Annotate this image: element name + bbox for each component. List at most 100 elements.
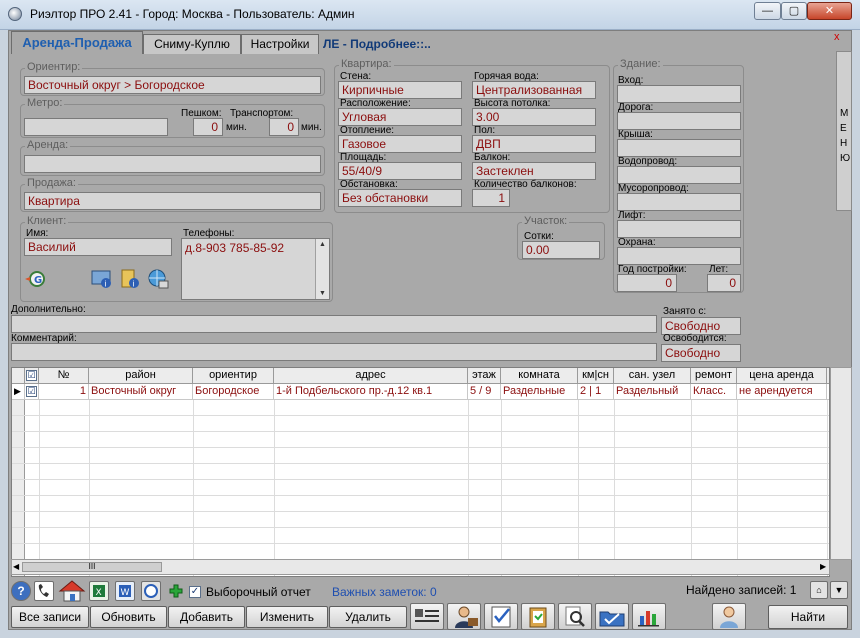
help-icon[interactable]: ?	[11, 581, 31, 601]
side-menu-strip[interactable]: М Е Н Ю	[836, 51, 852, 211]
delete-button[interactable]: Удалить	[329, 606, 407, 628]
comment-field[interactable]	[11, 343, 657, 361]
agent-icon[interactable]	[447, 603, 481, 630]
cell-rent-price[interactable]: не арендуется	[737, 384, 827, 400]
balcony-count-field[interactable]: 1	[472, 189, 510, 207]
internet-globe-icon[interactable]	[147, 268, 169, 290]
cell-repair[interactable]: Класс.	[691, 384, 737, 400]
user-profile-icon[interactable]	[712, 603, 746, 630]
wall-field[interactable]: Кирпичные	[338, 81, 462, 99]
additional-field[interactable]	[11, 315, 657, 333]
row-check-cell[interactable]: ☑	[25, 384, 39, 400]
table-row[interactable]: ▶ ☑ 1 Восточный округ Богородское 1-й По…	[12, 384, 829, 400]
walk-minutes-field[interactable]: 0	[193, 118, 223, 136]
years-field[interactable]: 0	[707, 274, 741, 292]
grid-header-bathroom[interactable]: сан. узел	[614, 368, 691, 384]
selective-report-checkbox[interactable]: ✓	[189, 586, 201, 598]
checklist-icon[interactable]	[484, 603, 518, 630]
prodazha-field[interactable]: Квартира	[24, 192, 321, 210]
selective-report-label[interactable]: Выборочный отчет	[206, 585, 311, 599]
scroll-right-icon[interactable]: ▶	[820, 562, 826, 571]
cell-floor[interactable]: 5 / 9	[468, 384, 501, 400]
important-notes-link[interactable]: Важных заметок: 0	[332, 585, 437, 599]
roof-field[interactable]	[617, 139, 741, 157]
balcony-field[interactable]: Застеклен	[472, 162, 596, 180]
grid-header-orientir[interactable]: ориентир	[193, 368, 274, 384]
header-checkbox[interactable]: ☑	[26, 370, 37, 381]
hscroll-thumb[interactable]: III	[22, 562, 162, 572]
cell-km-sn[interactable]: 2 | 1	[578, 384, 614, 400]
close-panel-icon[interactable]: x	[834, 31, 840, 43]
phone-icon[interactable]	[34, 581, 54, 601]
cell-orientir[interactable]: Богородское	[193, 384, 274, 400]
client-info-icon[interactable]: i	[91, 268, 113, 290]
close-window-button[interactable]: ✕	[807, 2, 852, 20]
grid-header-number[interactable]: №	[39, 368, 89, 384]
phones-scrollbar[interactable]: ▲ ▼	[315, 239, 329, 299]
add-plus-icon[interactable]	[169, 584, 183, 598]
tab-arenda-prodazha[interactable]: Аренда-Продажа	[11, 31, 143, 54]
tab-snimu-kuplyu[interactable]: Сниму-Куплю	[143, 34, 241, 54]
row-checkbox[interactable]: ☑	[26, 386, 37, 397]
house-icon[interactable]	[58, 579, 86, 603]
edit-button[interactable]: Изменить	[246, 606, 328, 628]
cell-number[interactable]: 1	[39, 384, 89, 400]
garbage-chute-field[interactable]	[617, 193, 741, 211]
floor-field[interactable]: ДВП	[472, 135, 596, 153]
list-settings-icon[interactable]	[410, 603, 444, 630]
grid-header-floor[interactable]: этаж	[468, 368, 501, 384]
find-button[interactable]: Найти	[768, 605, 848, 629]
down-nav-icon[interactable]: ▼	[830, 581, 848, 599]
grid-header-address[interactable]: адрес	[274, 368, 468, 384]
cell-address[interactable]: 1-й Подбельского пр.-д.12 кв.1	[274, 384, 468, 400]
grid-header-km-sn[interactable]: км|сн	[578, 368, 614, 384]
scroll-left-icon[interactable]: ◀	[13, 562, 19, 571]
vacate-field[interactable]: Свободно	[661, 344, 741, 362]
client-phones-field[interactable]: д.8-903 785-85-92 ▲ ▼	[181, 238, 330, 300]
statistics-icon[interactable]	[632, 603, 666, 630]
refresh-button[interactable]: Обновить	[90, 606, 167, 628]
security-field[interactable]	[617, 247, 741, 265]
orientir-field[interactable]: Восточный округ > Богородское	[24, 76, 321, 94]
elevator-field[interactable]	[617, 220, 741, 238]
client-name-field[interactable]: Василий	[24, 238, 172, 256]
search-document-icon[interactable]	[558, 603, 592, 630]
grid-vertical-scrollbar[interactable]	[830, 367, 852, 560]
furnishing-field[interactable]: Без обстановки	[338, 189, 462, 207]
metro-field[interactable]	[24, 118, 168, 136]
grid-horizontal-scrollbar[interactable]: ◀ III ▶	[11, 559, 830, 575]
location-field[interactable]: Угловая	[338, 108, 462, 126]
add-button[interactable]: Добавить	[168, 606, 245, 628]
details-link[interactable]: ЛЕ - Подробнее::..	[323, 37, 431, 51]
cell-bathroom[interactable]: Раздельный	[614, 384, 691, 400]
grid-header-room[interactable]: комната	[501, 368, 578, 384]
report-icon[interactable]	[141, 581, 161, 601]
documents-info-icon[interactable]: i	[119, 268, 141, 290]
grid-header-repair[interactable]: ремонт	[691, 368, 737, 384]
clipboard-icon[interactable]	[521, 603, 555, 630]
all-records-button[interactable]: Все записи	[11, 606, 89, 628]
hot-water-field[interactable]: Централизованная	[472, 81, 596, 99]
grid-header-rent-price[interactable]: цена аренда	[737, 368, 827, 384]
cell-room[interactable]: Раздельные	[501, 384, 578, 400]
grid-header-district[interactable]: район	[89, 368, 193, 384]
heating-field[interactable]: Газовое	[338, 135, 462, 153]
transport-minutes-field[interactable]: 0	[269, 118, 299, 136]
word-icon[interactable]: W	[115, 581, 135, 601]
minimize-button[interactable]: —	[754, 2, 781, 20]
road-field[interactable]	[617, 112, 741, 130]
home-nav-icon[interactable]: ⌂	[810, 581, 828, 599]
folder-check-icon[interactable]	[595, 603, 629, 630]
maximize-button[interactable]: ▢	[781, 2, 807, 20]
google-search-icon[interactable]: G	[24, 268, 46, 290]
area-field[interactable]: 55/40/9	[338, 162, 462, 180]
cell-district[interactable]: Восточный округ	[89, 384, 193, 400]
grid-header-check[interactable]: ☑	[25, 368, 39, 384]
ceiling-height-field[interactable]: 3.00	[472, 108, 596, 126]
entrance-field[interactable]	[617, 85, 741, 103]
water-supply-field[interactable]	[617, 166, 741, 184]
arenda-field[interactable]	[24, 155, 321, 173]
build-year-field[interactable]: 0	[617, 274, 677, 292]
excel-icon[interactable]: X	[89, 581, 109, 601]
sotki-field[interactable]: 0.00	[522, 241, 600, 259]
